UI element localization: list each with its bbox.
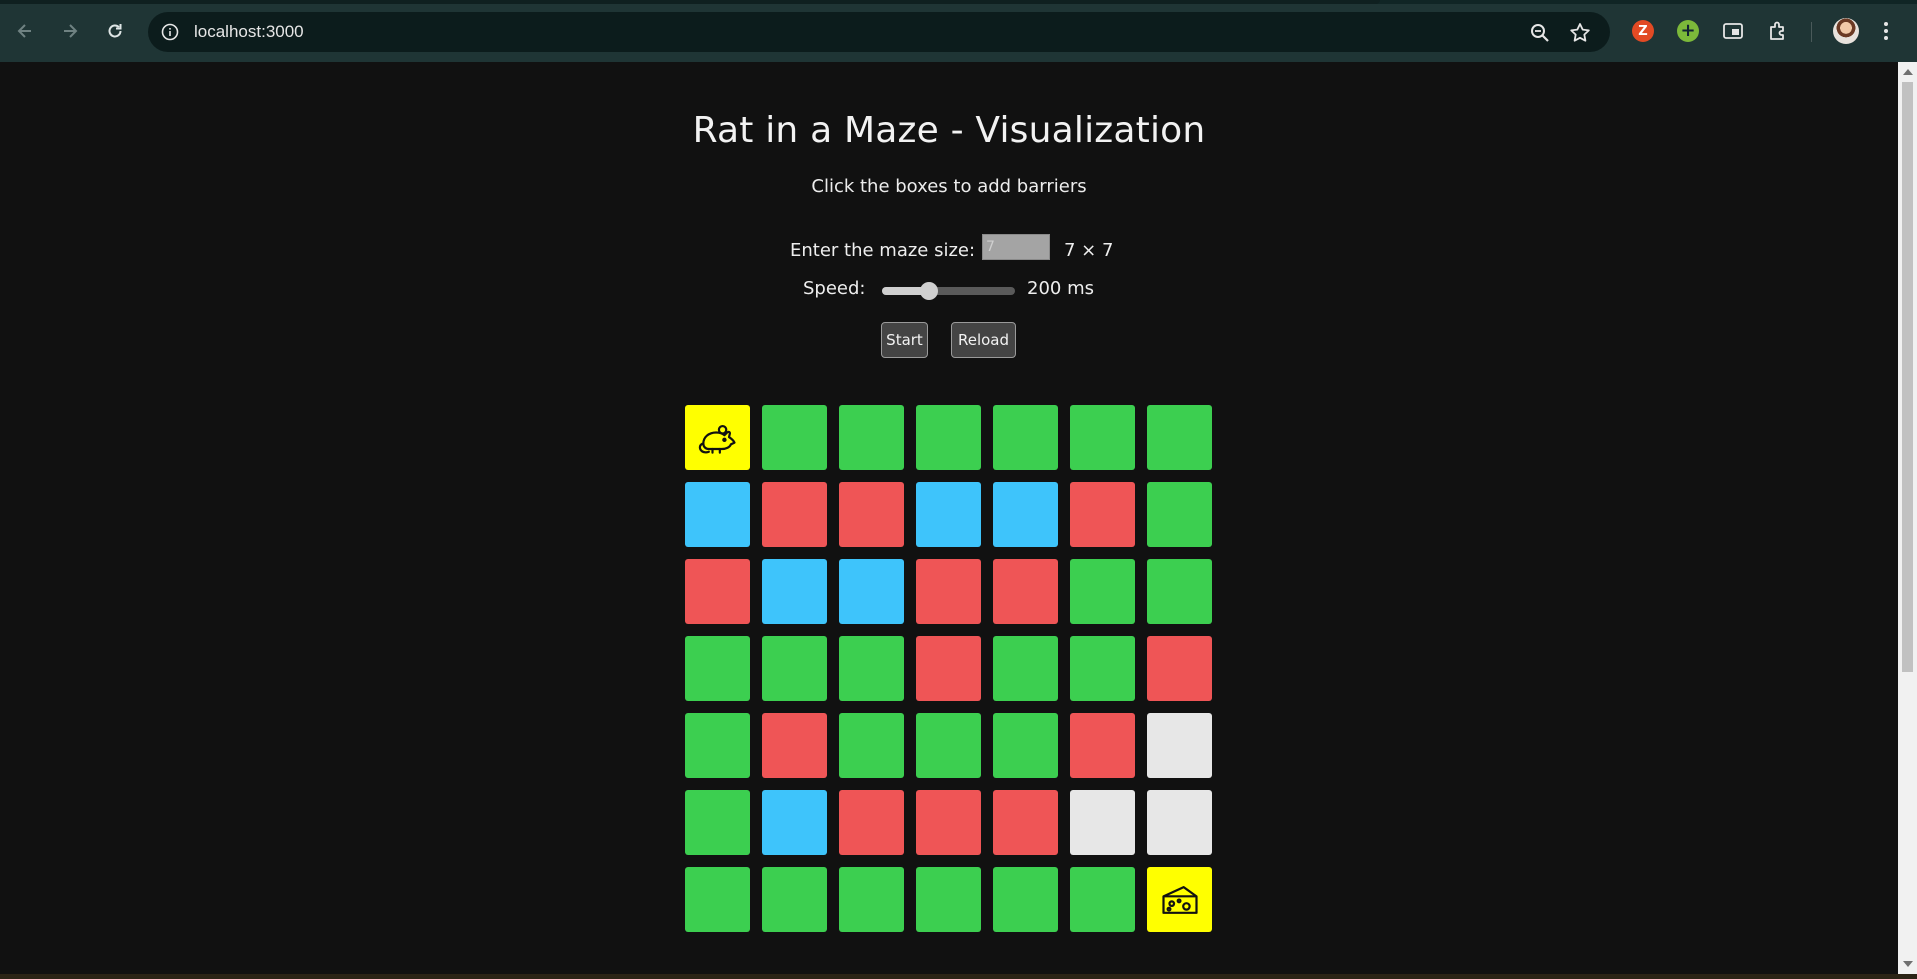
maze-cell-barrier[interactable] bbox=[762, 482, 827, 547]
maze-cell-open[interactable] bbox=[1147, 405, 1212, 470]
maze-cell-cheese[interactable] bbox=[1147, 867, 1212, 932]
maze-cell-path[interactable] bbox=[762, 790, 827, 855]
active-tab-edge[interactable] bbox=[0, 0, 1380, 4]
maze-cell-open[interactable] bbox=[993, 867, 1058, 932]
speed-label: Speed: bbox=[803, 278, 866, 299]
speed-slider[interactable] bbox=[882, 282, 1015, 300]
extension-z-icon[interactable]: Z bbox=[1632, 20, 1654, 42]
maze-cell-unvisited[interactable] bbox=[1070, 790, 1135, 855]
page-content: Rat in a Maze - Visualization Click the … bbox=[0, 62, 1898, 974]
forward-icon[interactable] bbox=[55, 16, 85, 46]
speed-slider-thumb[interactable] bbox=[919, 282, 938, 300]
speed-value: 200 ms bbox=[1027, 278, 1094, 299]
maze-dimension-text: 7 × 7 bbox=[1064, 240, 1114, 261]
maze-cell-open[interactable] bbox=[762, 636, 827, 701]
scrollbar-thumb[interactable] bbox=[1902, 82, 1913, 672]
maze-cell-path[interactable] bbox=[762, 559, 827, 624]
maze-cell-barrier[interactable] bbox=[839, 790, 904, 855]
maze-size-input[interactable] bbox=[982, 234, 1050, 260]
maze-cell-open[interactable] bbox=[916, 867, 981, 932]
maze-cell-unvisited[interactable] bbox=[1147, 790, 1212, 855]
maze-cell-open[interactable] bbox=[1147, 559, 1212, 624]
maze-cell-open[interactable] bbox=[916, 713, 981, 778]
window-bottom-edge bbox=[0, 974, 1917, 979]
maze-cell-open[interactable] bbox=[1070, 867, 1135, 932]
site-info-icon[interactable] bbox=[158, 20, 182, 44]
maze-cell-barrier[interactable] bbox=[916, 636, 981, 701]
scroll-up-icon[interactable] bbox=[1903, 69, 1913, 75]
maze-cell-open[interactable] bbox=[993, 405, 1058, 470]
zoom-icon[interactable] bbox=[1528, 21, 1552, 45]
maze-cell-open[interactable] bbox=[916, 405, 981, 470]
start-button[interactable]: Start bbox=[881, 322, 928, 358]
rat-icon bbox=[698, 424, 736, 454]
extension-plus-label: + bbox=[1680, 20, 1696, 41]
maze-cell-rat[interactable] bbox=[685, 405, 750, 470]
maze-cell-barrier[interactable] bbox=[1147, 636, 1212, 701]
maze-cell-open[interactable] bbox=[1147, 482, 1212, 547]
reload-button[interactable]: Reload bbox=[951, 322, 1016, 358]
maze-cell-open[interactable] bbox=[685, 636, 750, 701]
maze-cell-open[interactable] bbox=[685, 790, 750, 855]
profile-avatar[interactable] bbox=[1833, 18, 1859, 44]
browser-toolbar: localhost:3000 Z + bbox=[0, 0, 1917, 62]
bookmark-star-icon[interactable] bbox=[1568, 21, 1592, 45]
maze-cell-barrier[interactable] bbox=[993, 790, 1058, 855]
page-title: Rat in a Maze - Visualization bbox=[692, 110, 1206, 151]
maze-cell-open[interactable] bbox=[839, 867, 904, 932]
maze-cell-path[interactable] bbox=[839, 559, 904, 624]
menu-kebab-icon[interactable] bbox=[1882, 20, 1890, 42]
extension-plus-icon[interactable]: + bbox=[1677, 20, 1699, 42]
address-bar[interactable]: localhost:3000 bbox=[148, 12, 1610, 52]
maze-size-label: Enter the maze size: bbox=[790, 240, 976, 261]
maze-cell-barrier[interactable] bbox=[839, 482, 904, 547]
maze-cell-path[interactable] bbox=[993, 482, 1058, 547]
maze-cell-open[interactable] bbox=[685, 713, 750, 778]
maze-cell-open[interactable] bbox=[993, 636, 1058, 701]
extension-z-label: Z bbox=[1638, 23, 1648, 39]
maze-cell-barrier[interactable] bbox=[685, 559, 750, 624]
maze-cell-barrier[interactable] bbox=[916, 559, 981, 624]
tab-strip bbox=[0, 0, 1917, 4]
maze-cell-barrier[interactable] bbox=[762, 713, 827, 778]
maze-cell-open[interactable] bbox=[762, 405, 827, 470]
maze-cell-open[interactable] bbox=[1070, 405, 1135, 470]
maze-cell-barrier[interactable] bbox=[993, 559, 1058, 624]
maze-cell-open[interactable] bbox=[1070, 636, 1135, 701]
maze-cell-unvisited[interactable] bbox=[1147, 713, 1212, 778]
maze-cell-open[interactable] bbox=[839, 405, 904, 470]
url-text[interactable]: localhost:3000 bbox=[194, 22, 304, 42]
maze-cell-open[interactable] bbox=[1070, 559, 1135, 624]
page-subtitle: Click the boxes to add barriers bbox=[811, 176, 1087, 197]
back-icon[interactable] bbox=[10, 16, 40, 46]
maze-cell-open[interactable] bbox=[839, 636, 904, 701]
maze-cell-open[interactable] bbox=[839, 713, 904, 778]
scroll-down-icon[interactable] bbox=[1903, 961, 1913, 967]
maze-cell-barrier[interactable] bbox=[916, 790, 981, 855]
maze-cell-barrier[interactable] bbox=[1070, 482, 1135, 547]
maze-cell-path[interactable] bbox=[916, 482, 981, 547]
tab-search-icon[interactable] bbox=[1722, 20, 1744, 42]
page-scrollbar[interactable] bbox=[1898, 62, 1917, 974]
maze-cell-open[interactable] bbox=[993, 713, 1058, 778]
extensions-puzzle-icon[interactable] bbox=[1767, 20, 1789, 42]
maze-cell-barrier[interactable] bbox=[1070, 713, 1135, 778]
maze-cell-path[interactable] bbox=[685, 482, 750, 547]
maze-cell-open[interactable] bbox=[685, 867, 750, 932]
cheese-icon bbox=[1161, 885, 1198, 914]
maze-cell-open[interactable] bbox=[762, 867, 827, 932]
toolbar-separator bbox=[1811, 22, 1812, 42]
maze-grid bbox=[685, 405, 1213, 933]
reload-icon[interactable] bbox=[100, 16, 130, 46]
